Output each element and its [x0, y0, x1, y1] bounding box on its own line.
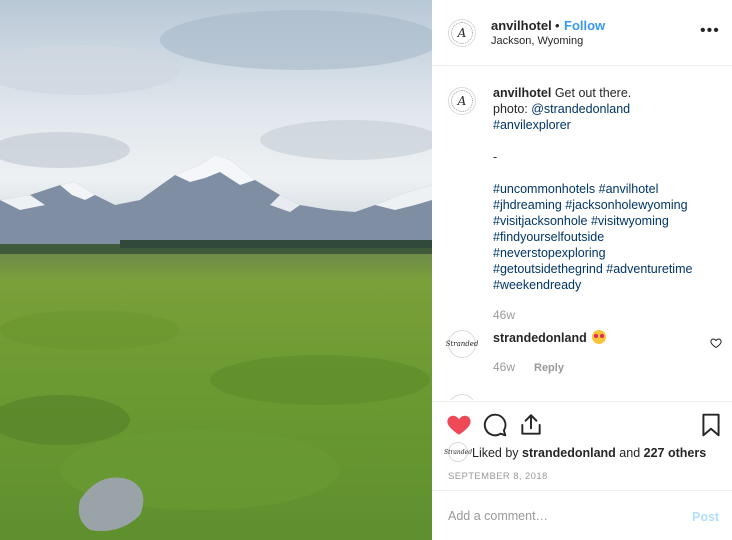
post-detail-panel: A anvilhotel • Follow Jackson, Wyoming •… [432, 0, 732, 540]
post-comment-button[interactable]: Post [692, 510, 719, 524]
liker-avatar[interactable]: Stranded [444, 442, 472, 462]
bookmark-icon[interactable] [698, 412, 724, 438]
reply-button[interactable]: Reply [534, 362, 564, 374]
comment: strandedonland [493, 330, 607, 345]
post-photo[interactable] [0, 0, 432, 540]
likes-prefix: Liked by [472, 446, 519, 460]
post-actions: Stranded Liked by strandedonland and 227… [432, 401, 732, 540]
comment-icon[interactable] [482, 412, 508, 438]
caption-timestamp[interactable]: 46w [493, 308, 515, 322]
caption-line [493, 133, 718, 149]
comment-input[interactable] [448, 506, 678, 526]
mention-link[interactable]: @strandedonland [531, 102, 630, 116]
comments-list[interactable]: A anvilhotel Get out there. photo: @stra… [432, 67, 732, 400]
caption-text: Get out there. [554, 86, 632, 100]
author-avatar-glyph: A [457, 26, 467, 40]
landscape-illustration [0, 10, 432, 531]
liker-avatar-glyph: Stranded [443, 448, 473, 456]
comment-timestamp[interactable]: 46w [493, 360, 515, 374]
author-avatar[interactable]: A [448, 19, 476, 47]
caption-hashtags[interactable]: #visitjacksonhole #visitwyoming [493, 213, 718, 229]
caption-line [493, 165, 718, 181]
comment-like-heart-icon[interactable] [710, 337, 722, 349]
likes-and: and [619, 446, 641, 460]
caption-hashtags[interactable]: #neverstopexploring [493, 245, 718, 261]
caption-avatar-glyph: A [457, 94, 467, 108]
author-username[interactable]: anvilhotel [491, 18, 552, 33]
comment-username[interactable]: strandedonland [493, 331, 587, 345]
caption-hashtags[interactable]: #jhdreaming #jacksonholewyoming [493, 197, 718, 213]
caption-line: - [493, 150, 498, 164]
add-comment-bar: Post [432, 490, 732, 540]
commenter-avatar-glyph: Stranded [445, 340, 479, 348]
location-link[interactable]: Jackson, Wyoming [491, 35, 583, 47]
heart-eyes-emoji-icon [592, 330, 607, 344]
more-options-icon[interactable]: ••• [700, 22, 720, 40]
caption-hashtags[interactable]: #weekendready [493, 277, 718, 293]
caption-line: photo: @strandedonland [493, 102, 631, 116]
caption-line[interactable]: #anvilexplorer [493, 117, 718, 133]
post-caption: anvilhotel Get out there. photo: @strand… [493, 85, 718, 293]
next-comment-avatar[interactable] [448, 394, 476, 400]
heart-icon[interactable] [446, 412, 472, 438]
caption-hashtags[interactable]: #uncommonhotels #anvilhotel [493, 181, 718, 197]
liker-username[interactable]: strandedonland [522, 446, 616, 460]
commenter-avatar[interactable]: Stranded [445, 330, 479, 358]
share-icon[interactable] [518, 412, 544, 438]
post-header: A anvilhotel • Follow Jackson, Wyoming •… [432, 0, 732, 66]
caption-hashtags[interactable]: #findyourselfoutside [493, 229, 718, 245]
caption-hashtags[interactable]: #getoutsidethegrind #adventuretime [493, 261, 718, 277]
caption-username[interactable]: anvilhotel [493, 86, 551, 100]
post-date[interactable]: SEPTEMBER 8, 2018 [448, 471, 548, 482]
follow-button[interactable]: Follow [564, 18, 605, 33]
likes-summary: Liked by strandedonland and 227 others [472, 446, 706, 460]
separator-dot: • [555, 18, 560, 33]
likes-others-count[interactable]: 227 others [644, 446, 707, 460]
caption-avatar[interactable]: A [448, 87, 476, 115]
